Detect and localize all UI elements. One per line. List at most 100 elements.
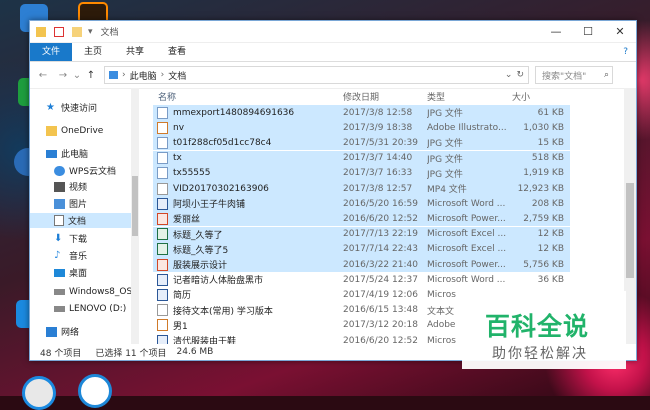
file-type: Microsoft Word ... [427,274,506,285]
nav-item-label: OneDrive [61,125,104,136]
file-name: t01f288cf05d1cc78c4 [173,137,272,148]
file-name-cell: 男1 [153,319,343,332]
close-button[interactable]: ✕ [604,25,636,38]
tab-home[interactable]: 主页 [72,43,114,61]
file-name-cell: 简历 [153,288,343,301]
nav-item-wps-cloud[interactable]: WPS云文档 [54,163,116,178]
file-row[interactable]: 标题_久等了5 2017/7/14 22:43 Microsoft Excel ..… [153,241,570,257]
file-date: 2017/3/9 18:38 [343,122,413,133]
help-icon[interactable]: ? [623,43,628,61]
file-name-cell: tx [153,152,343,165]
nav-item-downloads[interactable]: ⬇ 下载 [54,231,87,246]
file-name: 阿坝小王子牛肉铺 [173,200,246,211]
file-type: Microsoft Word ... [427,198,506,209]
column-header-row: 名称 修改日期 类型 大小 [153,88,624,105]
file-date: 2017/5/24 12:37 [343,274,418,285]
desktop-icon [54,268,65,277]
file-date: 2017/3/7 14:40 [343,153,413,164]
file-size: 1,030 KB [523,122,564,133]
tab-file[interactable]: 文件 [30,43,73,61]
word-file-icon [157,334,168,344]
breadcrumb-documents[interactable]: 文档 [168,69,186,82]
up-button[interactable]: ↑ [84,70,98,81]
column-header-type[interactable]: 类型 [427,90,512,103]
file-row[interactable]: tx 2017/3/7 14:40 JPG 文件 518 KB [153,150,570,166]
image-file-icon [157,106,168,119]
nav-item-label: 图片 [69,200,88,210]
file-name-cell: 标题_久等了 [153,228,343,241]
ai-file-icon [157,319,168,332]
file-type: JPG 文件 [427,169,463,180]
forward-button[interactable]: → [56,70,70,81]
column-header-size[interactable]: 大小 [512,90,564,103]
taskbar-icon-qq[interactable] [78,374,112,408]
file-row[interactable]: VID20170302163906 2017/3/8 12:57 MP4 文件 12,… [153,181,570,196]
nav-item-label: LENOVO (D:) [69,303,127,314]
file-row[interactable]: tx55555 2017/3/7 16:33 JPG 文件 1,919 KB [153,165,570,181]
file-row[interactable]: 标题_久等了 2017/7/13 22:19 Microsoft Excel ...… [153,226,570,242]
new-folder-icon[interactable] [72,26,82,37]
tab-view[interactable]: 查看 [156,43,198,61]
text-file-icon [157,304,168,317]
nav-item-network[interactable]: 网络 [46,324,79,339]
column-header-date[interactable]: 修改日期 [343,90,427,103]
scrollbar-thumb[interactable] [132,176,138,236]
quick-access-dropdown-icon[interactable]: ▾ [88,27,93,37]
file-name-cell: 爱丽丝 [153,212,343,225]
back-button[interactable]: ← [36,70,50,81]
file-type: Microsoft Power... [427,213,506,224]
scrollbar-thumb[interactable] [626,183,634,278]
tab-share[interactable]: 共享 [114,43,156,61]
taskbar-icon-browser[interactable] [22,376,56,410]
sort-indicator-icon: ^ [243,88,251,92]
refresh-icon[interactable]: ↻ [516,70,524,80]
file-row[interactable]: 阿坝小王子牛肉铺 2016/5/20 16:59 Microsoft Word ..… [153,196,570,212]
caption-buttons: — ☐ ✕ [540,25,636,38]
document-icon [54,215,64,226]
file-name-cell: 阿坝小王子牛肉铺 [153,197,343,210]
nav-item-videos[interactable]: 视频 [54,179,87,194]
file-row[interactable]: t01f288cf05d1cc78c4 2017/5/31 20:39 JPG 文件… [153,135,570,151]
file-size: 61 KB [537,107,564,118]
nav-item-documents[interactable]: 文档 [30,213,131,228]
image-file-icon [157,136,168,149]
nav-item-desktop[interactable]: 桌面 [54,265,87,280]
nav-item-lenovo-d[interactable]: LENOVO (D:) [54,301,126,316]
maximize-button[interactable]: ☐ [572,25,604,38]
navigation-pane-scrollbar[interactable] [131,88,139,344]
file-type: Microsoft Excel ... [427,244,507,255]
recent-locations-button[interactable]: ⌄ [70,70,84,81]
nav-item-label: 桌面 [69,269,88,279]
nav-item-quick-access[interactable]: ★ 快速访问 [46,100,97,115]
file-name: 爱丽丝 [173,215,201,226]
search-input[interactable]: 搜索"文档" ⌕ [535,66,613,84]
minimize-button[interactable]: — [540,25,572,38]
file-row[interactable]: 服装展示设计 2016/3/22 21:40 Microsoft Power... 5… [153,257,570,272]
nav-item-windows8-os[interactable]: Windows8_OS [54,284,132,299]
file-row[interactable]: mmexport1480894691636 2017/3/8 12:58 JPG 文… [153,105,570,120]
download-icon: ⬇ [54,232,63,244]
this-pc-icon [109,71,118,79]
address-bar[interactable]: › 此电脑 › 文档 ⌄ ↻ [104,66,529,84]
nav-item-label: 快速访问 [61,104,98,114]
word-file-icon [157,197,168,210]
file-date: 2017/3/8 12:58 [343,107,413,118]
file-name: tx55555 [173,168,211,179]
breadcrumb-this-pc[interactable]: 此电脑 [130,69,157,82]
file-date: 2016/6/15 13:48 [343,305,418,316]
file-name: 服装展示设计 [173,261,228,271]
computer-icon [46,149,57,158]
nav-item-this-pc[interactable]: 此电脑 [46,146,88,161]
file-row[interactable]: 记者暗访人体胎盘黑市 2017/5/24 12:37 Microsoft Word … [153,272,570,287]
nav-item-pictures[interactable]: 图片 [54,196,87,211]
properties-icon[interactable] [54,26,64,37]
nav-item-onedrive[interactable]: OneDrive [46,123,103,138]
file-name-cell: t01f288cf05d1cc78c4 [153,136,343,149]
file-name: mmexport1480894691636 [173,107,295,118]
nav-item-music[interactable]: ♪ 音乐 [54,248,87,263]
excel-file-icon [157,228,168,241]
file-row[interactable]: nv 2017/3/9 18:38 Adobe Illustrato... 1,030… [153,120,570,136]
address-bar-row: ← → ⌄ ↑ › 此电脑 › 文档 ⌄ ↻ 搜索"文档" ⌕ [30,62,636,89]
address-dropdown-icon[interactable]: ⌄ [505,70,513,80]
file-row[interactable]: 爱丽丝 2016/6/20 12:52 Microsoft Power... 2,75… [153,211,570,227]
